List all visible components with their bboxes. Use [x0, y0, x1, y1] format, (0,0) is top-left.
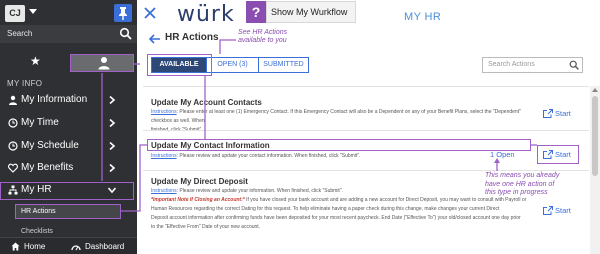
back-arrow-icon[interactable] [149, 34, 161, 44]
dashboard-link[interactable]: Dashboard [85, 242, 124, 251]
divider [143, 170, 589, 171]
person-icon[interactable] [97, 56, 111, 70]
start-button[interactable]: Start [555, 206, 571, 215]
chevron-down-icon [108, 187, 116, 194]
help-icon[interactable]: ? [246, 1, 266, 23]
scrollbar[interactable] [590, 86, 600, 254]
scroll-up-arrow[interactable] [592, 88, 598, 92]
wurk-logo: würk [177, 2, 235, 27]
description-line: Human Resources regarding the correct Da… [151, 206, 500, 212]
sidebar-subitem-checklists[interactable]: Checklists [21, 228, 53, 235]
annotation-available: See HR Actions available to you [238, 29, 287, 45]
sidebar-item-my-time[interactable]: My Time [0, 114, 137, 134]
start-button[interactable]: Start [555, 109, 571, 118]
page-title: MY HR [404, 11, 442, 23]
show-my-wurkflow-button[interactable]: Show My Wurkflow [266, 1, 356, 23]
sidebar-item-my-hr[interactable]: My HR [0, 181, 137, 201]
description-line: Deposit account information after confir… [151, 215, 521, 221]
action-description: Instructions: Please review and update y… [151, 152, 531, 161]
sidebar-item-my-schedule[interactable]: My Schedule [0, 137, 137, 157]
warning-text: *Important Note If Closing an Account:* [151, 197, 245, 203]
sidebar-item-label: My Time [21, 117, 59, 128]
description-line: *Important Note If Closing an Account:* … [151, 196, 531, 205]
dashboard-icon [71, 245, 81, 251]
instructions-link[interactable]: Instructions [151, 188, 177, 194]
description-line: Instructions: Please review and update y… [151, 152, 531, 161]
sidebar-item-my-information[interactable]: My Information [0, 91, 137, 111]
sidebar-top-bar: CJ [0, 0, 137, 26]
sidebar-search-label: Search [7, 29, 33, 38]
home-link[interactable]: Home [24, 242, 45, 251]
sidebar-item-label: My Information [21, 94, 88, 105]
chevron-right-icon [109, 164, 116, 172]
scroll-thumb[interactable] [592, 96, 598, 176]
hr-actions-title: HR Actions [165, 32, 219, 43]
search-icon[interactable] [119, 27, 132, 40]
search-icon[interactable] [569, 60, 579, 70]
description-text: If you have closed your bank account and… [246, 197, 527, 203]
sidebar-item-my-benefits[interactable]: My Benefits [0, 159, 137, 179]
available-tab-highlight [147, 54, 212, 76]
chevron-down-icon[interactable] [29, 9, 37, 14]
person-icon [9, 95, 17, 105]
divider [143, 130, 589, 131]
description-text: : Please review and update your contact … [176, 153, 361, 159]
action-title: Update My Contact Information [151, 141, 270, 150]
tab-submitted[interactable]: SUBMITTED [258, 58, 308, 72]
description-line: Instructions: Please enter at least one … [151, 108, 531, 126]
sidebar-section-label: MY INFO [7, 79, 43, 88]
clock-icon [8, 141, 18, 151]
sidebar-subitem-label: HR Actions [21, 208, 56, 215]
search-placeholder: Search Actions [488, 61, 535, 68]
pin-button[interactable] [114, 4, 132, 22]
external-link-icon [543, 150, 553, 159]
sidebar: CJ Search ★ MY INFO My Information My Ti… [0, 0, 137, 254]
pin-icon [119, 7, 127, 20]
search-actions-input[interactable]: Search Actions [482, 57, 583, 73]
divider [143, 86, 589, 87]
sitemap-icon [8, 185, 18, 195]
external-link-icon [543, 206, 553, 215]
instructions-link[interactable]: Instructions [151, 109, 177, 115]
annotation-line: See HR Actions [238, 29, 288, 36]
sidebar-item-label: My Benefits [21, 162, 74, 173]
tab-open[interactable]: OPEN (3) [206, 58, 258, 72]
chevron-right-icon [109, 142, 116, 150]
heart-icon [8, 163, 18, 173]
description-line: to the "Effective From" Date of your new… [151, 224, 261, 230]
description-line: Instructions: Please review and update y… [151, 187, 531, 196]
annotation-line: available to you [238, 37, 287, 44]
description-text: : Please enter at least one (1) Emergenc… [151, 109, 521, 124]
clock-icon [8, 118, 18, 128]
start-button[interactable]: Start [555, 150, 571, 159]
chevron-right-icon [109, 119, 116, 127]
home-icon [11, 242, 20, 251]
sidebar-item-label: My Schedule [21, 140, 79, 151]
external-link-icon [543, 109, 553, 118]
action-description: Instructions: Please review and update y… [151, 187, 531, 232]
instructions-link[interactable]: Instructions [151, 153, 177, 159]
sidebar-bottom-bar: Home Dashboard [0, 237, 137, 254]
open-count-link[interactable]: 1 Open [490, 150, 515, 159]
annotation-line: This means you already [485, 172, 560, 179]
sidebar-search[interactable]: Search [0, 25, 137, 43]
description-text: : Please review and update your informat… [176, 188, 343, 194]
avatar[interactable]: CJ [5, 5, 25, 22]
action-title: Update My Direct Deposit [151, 177, 248, 186]
sidebar-item-label: My HR [21, 184, 52, 195]
action-title: Update My Account Contacts [151, 98, 262, 107]
sidebar-icon-row: ★ [0, 53, 137, 75]
chevron-right-icon [109, 96, 116, 104]
star-icon[interactable]: ★ [30, 54, 41, 68]
close-icon[interactable] [144, 7, 156, 19]
